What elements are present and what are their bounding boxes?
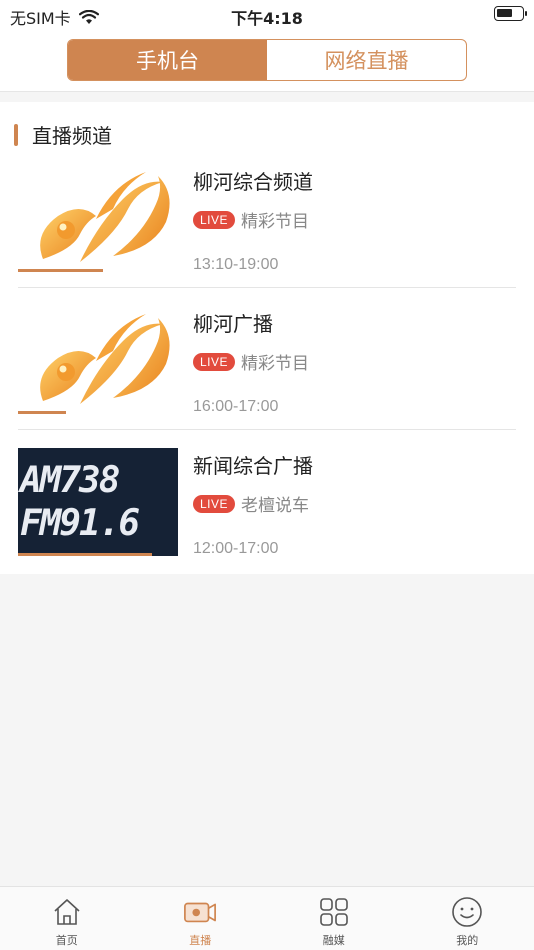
- status-bar: 无SIM卡 下午4:18: [0, 0, 534, 30]
- tab-label: 我的: [456, 934, 479, 947]
- tab-home[interactable]: 首页: [0, 887, 134, 950]
- channel-item[interactable]: 柳河综合频道 LIVE 精彩节目 13:10-19:00: [18, 146, 516, 288]
- tab-live[interactable]: 直播: [134, 887, 268, 950]
- channel-item[interactable]: 柳河广播 LIVE 精彩节目 16:00-17:00: [18, 288, 516, 430]
- tab-label: 首页: [55, 934, 78, 947]
- live-camera-icon: [183, 895, 217, 929]
- channel-time: 13:10-19:00: [193, 256, 279, 273]
- live-row: LIVE 老檀说车: [193, 491, 309, 516]
- tab-media[interactable]: 融媒: [267, 887, 401, 950]
- progress-bar: [18, 411, 66, 414]
- channel-thumbnail: [18, 306, 178, 414]
- status-time: 下午4:18: [231, 9, 303, 28]
- channel-thumbnail: AM738 FM91.6: [18, 448, 178, 556]
- grid-icon: [317, 895, 351, 929]
- channel-item[interactable]: AM738 FM91.6 新闻综合广播 LIVE 老檀说车 12:00-17:0…: [18, 430, 516, 572]
- channel-name: 柳河综合频道: [193, 170, 313, 194]
- channel-name: 新闻综合广播: [193, 454, 313, 478]
- program-name: 老檀说车: [241, 496, 310, 516]
- battery-icon: [494, 6, 527, 21]
- program-name: 精彩节目: [241, 354, 310, 374]
- channel-name: 柳河广播: [193, 312, 273, 336]
- home-icon: [50, 895, 84, 929]
- channel-time: 12:00-17:00: [193, 540, 279, 557]
- tab-network-live[interactable]: 网络直播: [267, 40, 466, 80]
- tab-label: 融媒: [322, 934, 345, 947]
- channel-thumbnail: [18, 164, 178, 272]
- progress-bar: [18, 553, 153, 556]
- channel-time: 16:00-17:00: [193, 398, 279, 415]
- live-badge: LIVE: [193, 210, 236, 229]
- smile-icon: [450, 895, 484, 929]
- header: 手机台 网络直播: [0, 30, 534, 92]
- tab-mine[interactable]: 我的: [401, 887, 534, 950]
- program-name: 精彩节目: [241, 212, 310, 232]
- section-header: 直播频道: [14, 120, 112, 149]
- am-fm-sign-image: AM738 FM91.6: [18, 448, 178, 556]
- swirl-logo-icon: [40, 314, 170, 404]
- live-row: LIVE 精彩节目: [193, 349, 309, 374]
- live-badge: LIVE: [193, 494, 236, 513]
- swirl-logo-icon: [40, 172, 170, 262]
- bottom-tab-bar: 首页 直播 融媒 我的: [0, 886, 534, 950]
- progress-bar: [18, 269, 103, 272]
- tab-label: 直播: [189, 934, 212, 947]
- fm-text: FM91.6: [20, 503, 140, 544]
- section-title: 直播频道: [32, 124, 112, 148]
- am-text: AM738: [20, 459, 120, 501]
- segmented-control: 手机台 网络直播: [67, 39, 467, 81]
- live-badge: LIVE: [193, 352, 236, 371]
- channel-list-card: 直播频道 柳河综合频道 LIVE 精彩节目 13:10-19:00 柳河广播 L…: [0, 102, 534, 574]
- tab-mobile-station[interactable]: 手机台: [68, 40, 267, 80]
- live-row: LIVE 精彩节目: [193, 207, 309, 232]
- section-accent-bar: [14, 123, 18, 146]
